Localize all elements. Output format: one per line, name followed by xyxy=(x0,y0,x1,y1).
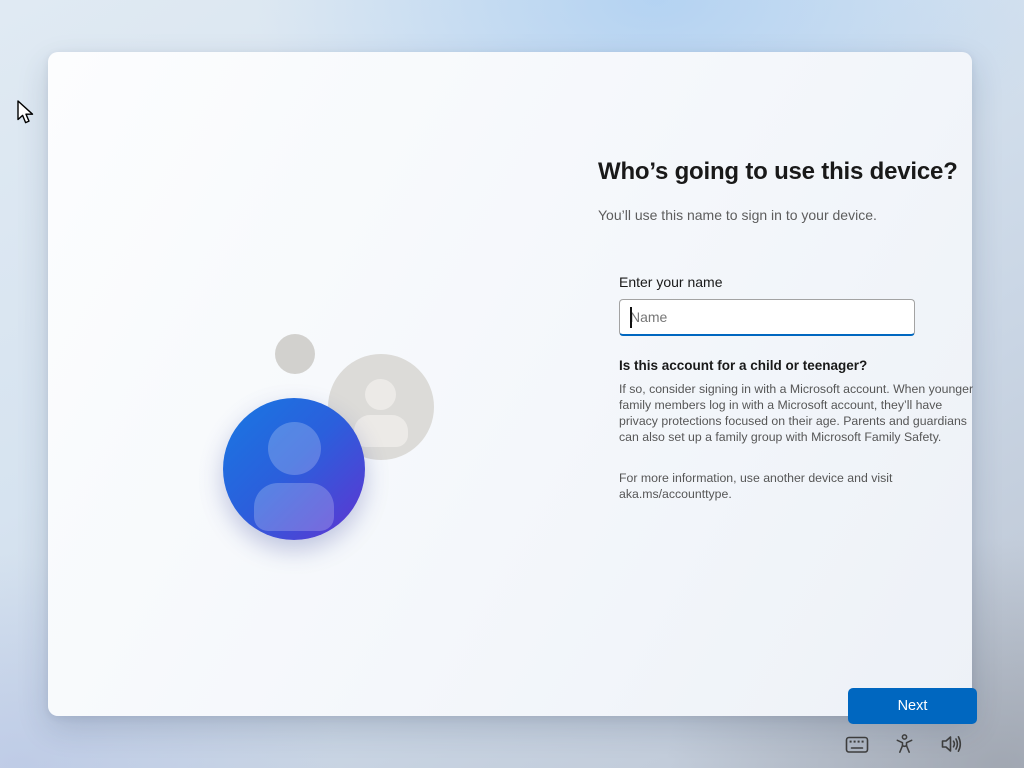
avatar-blue-head xyxy=(268,422,321,475)
name-input[interactable] xyxy=(619,299,915,336)
setup-card: Who’s going to use this device? You’ll u… xyxy=(48,52,972,716)
page-title: Who’s going to use this device? xyxy=(598,158,998,186)
avatar-small-circle xyxy=(275,334,315,374)
page-subtitle: You’ll use this name to sign in to your … xyxy=(598,207,998,223)
child-account-heading: Is this account for a child or teenager? xyxy=(619,358,989,373)
more-info-text: For more information, use another device… xyxy=(619,470,909,502)
child-account-body: If so, consider signing in with a Micros… xyxy=(619,381,977,445)
mouse-cursor-icon xyxy=(16,100,38,131)
avatar-gray-torso xyxy=(354,415,408,447)
avatar-blue-torso xyxy=(254,483,334,531)
accessibility-icon[interactable] xyxy=(893,733,916,756)
avatar-gray-head xyxy=(365,379,396,410)
avatar-blue xyxy=(223,398,365,540)
volume-icon[interactable] xyxy=(939,733,963,755)
keyboard-icon[interactable] xyxy=(845,735,869,755)
next-button[interactable]: Next xyxy=(848,688,977,724)
name-input-label: Enter your name xyxy=(619,274,723,290)
